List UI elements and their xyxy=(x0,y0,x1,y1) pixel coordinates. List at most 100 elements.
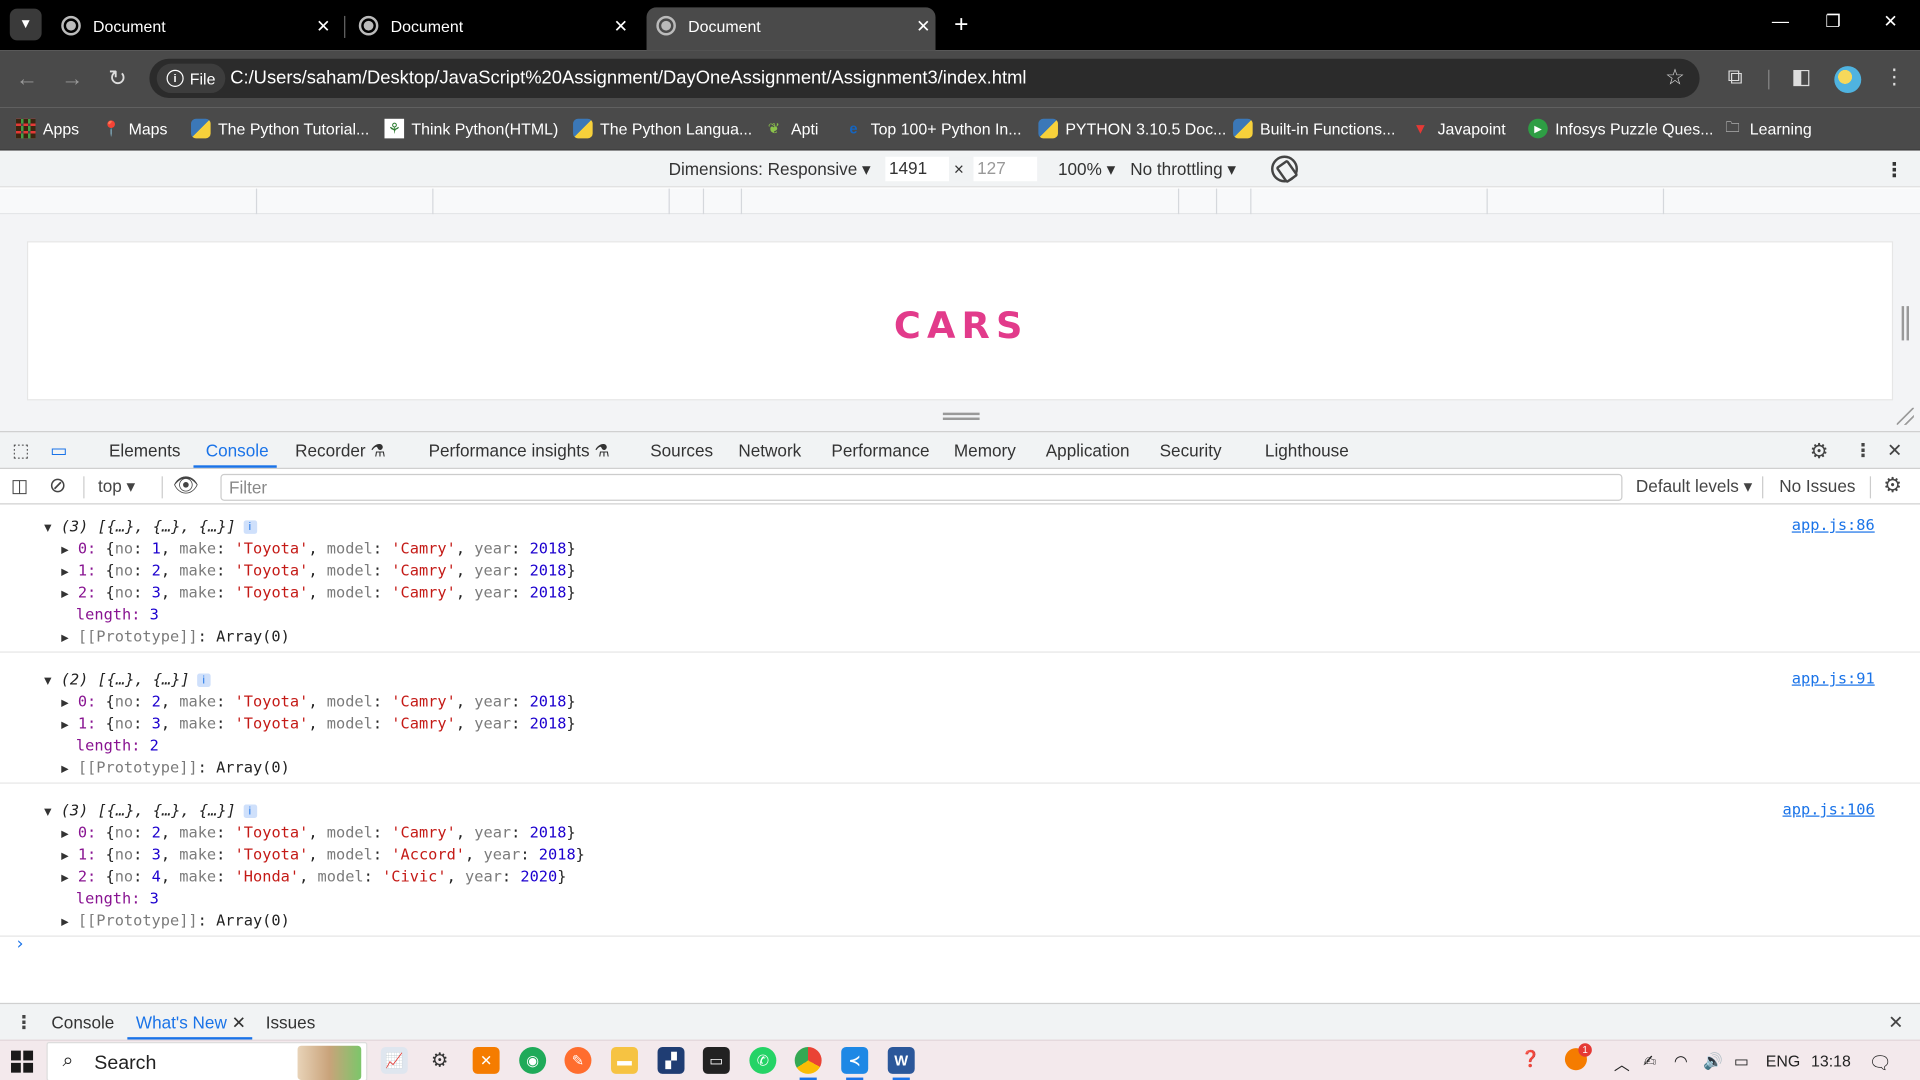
expand-arrow-icon[interactable]: ▶ xyxy=(61,850,68,863)
file-explorer-icon[interactable]: ▬ xyxy=(611,1046,638,1074)
extensions-icon[interactable]: ⧉ xyxy=(1722,65,1749,89)
source-link[interactable]: app.js:86 xyxy=(1792,516,1875,534)
bookmark-think-python[interactable]: ⚘ Think Python(HTML) xyxy=(384,116,558,140)
expand-arrow-icon[interactable]: ▼ xyxy=(44,806,51,819)
console-filter-input[interactable]: Filter xyxy=(220,473,1623,501)
browser-tab-1[interactable]: Document ✕ xyxy=(51,7,335,44)
info-icon[interactable]: i xyxy=(243,804,257,818)
bookmark-python-language[interactable]: The Python Langua... xyxy=(573,116,752,140)
bookmark-infosys-puzzle[interactable]: ▶ Infosys Puzzle Ques... xyxy=(1528,116,1713,140)
close-tab-icon[interactable]: ✕ xyxy=(311,15,335,36)
settings-app-icon[interactable]: ⚙ xyxy=(426,1047,453,1074)
taskbar-search[interactable]: ⌕ Search xyxy=(46,1042,368,1080)
drawer-tab-console[interactable]: Console xyxy=(51,1013,114,1033)
clear-console-icon[interactable]: ⊘ xyxy=(49,474,66,498)
xampp-icon[interactable]: ✕ xyxy=(472,1046,500,1074)
tab-elements[interactable]: Elements xyxy=(109,441,180,461)
url-text[interactable]: C:/Users/saham/Desktop/JavaScript%20Assi… xyxy=(230,67,1026,88)
tab-search-button[interactable]: ▼ xyxy=(9,8,42,41)
close-tab-icon[interactable]: ✕ xyxy=(609,15,633,36)
chrome-icon[interactable] xyxy=(794,1046,822,1080)
tab-memory[interactable]: Memory xyxy=(954,441,1016,461)
language-indicator[interactable]: ENG xyxy=(1766,1052,1800,1070)
console-array-summary[interactable]: ▼ (3) [{…}, {…}, {…}] i xyxy=(44,800,257,824)
expand-arrow-icon[interactable]: ▶ xyxy=(61,763,68,776)
bookmark-python-docs[interactable]: PYTHON 3.10.5 Doc... xyxy=(1038,116,1226,140)
stock-app-icon[interactable]: 📈 xyxy=(380,1046,408,1074)
battery-icon[interactable]: ▭ xyxy=(1734,1052,1749,1072)
viewport-resize-handle-right[interactable] xyxy=(1901,306,1909,341)
tab-performance-insights[interactable]: Performance insights ⚗ xyxy=(429,441,610,462)
console-object-row[interactable]: ▶ 0: {no: 2, make: 'Toyota', model: 'Cam… xyxy=(61,822,575,846)
tab-security[interactable]: Security xyxy=(1160,441,1222,461)
bookmark-apti[interactable]: ❦ Apti xyxy=(764,116,819,140)
rotate-icon[interactable] xyxy=(1271,155,1298,183)
console-object-row[interactable]: ▶ 0: {no: 1, make: 'Toyota', model: 'Cam… xyxy=(61,538,575,562)
pen-icon[interactable]: ✍ xyxy=(1643,1052,1656,1072)
expand-arrow-icon[interactable]: ▶ xyxy=(61,588,68,601)
new-tab-button[interactable]: + xyxy=(949,11,973,38)
browser-menu-icon[interactable]: ⋮ xyxy=(1881,65,1908,89)
close-window-icon[interactable]: ✕ xyxy=(1878,11,1902,32)
source-link[interactable]: app.js:91 xyxy=(1792,669,1875,687)
drawer-tab-whats-new[interactable]: What's New ✕ xyxy=(136,1013,246,1034)
console-settings-gear-icon[interactable]: ⚙ xyxy=(1883,474,1902,498)
wifi-icon[interactable]: ◠ xyxy=(1674,1052,1688,1072)
console-object-row[interactable]: ▶ 0: {no: 2, make: 'Toyota', model: 'Cam… xyxy=(61,691,575,715)
expand-arrow-icon[interactable]: ▼ xyxy=(44,522,51,535)
tab-sources[interactable]: Sources xyxy=(650,441,713,461)
close-tab-icon[interactable]: ✕ xyxy=(232,1013,246,1033)
bookmark-star-icon[interactable]: ☆ xyxy=(1665,65,1685,91)
dimensions-dropdown[interactable]: Dimensions: Responsive ▾ xyxy=(669,159,871,180)
clock[interactable]: 13:18 xyxy=(1811,1052,1851,1070)
console-object-row[interactable]: ▶ 1: {no: 2, make: 'Toyota', model: 'Cam… xyxy=(61,560,575,584)
console-object-row[interactable]: ▶ 1: {no: 3, make: 'Toyota', model: 'Cam… xyxy=(61,713,575,737)
whatsapp-icon[interactable]: ✆ xyxy=(749,1046,777,1074)
expand-arrow-icon[interactable]: ▶ xyxy=(61,916,68,929)
expand-arrow-icon[interactable]: ▶ xyxy=(61,544,68,557)
tab-performance[interactable]: Performance xyxy=(831,441,929,461)
console-object-row[interactable]: ▶ 2: {no: 3, make: 'Toyota', model: 'Cam… xyxy=(61,582,575,606)
notification-app-icon[interactable]: 1 xyxy=(1564,1043,1592,1074)
expand-arrow-icon[interactable]: ▼ xyxy=(44,675,51,688)
info-icon[interactable]: i xyxy=(197,673,211,687)
info-icon[interactable]: i xyxy=(243,520,257,534)
height-input[interactable]: 127 xyxy=(973,156,1038,182)
tab-console[interactable]: Console xyxy=(206,441,269,461)
width-input[interactable]: 1491 xyxy=(885,156,949,182)
notification-center-icon[interactable]: 🗨 xyxy=(1869,1052,1892,1074)
sidebar-toggle-icon[interactable]: ◫ xyxy=(11,475,28,497)
console-array-summary[interactable]: ▼ (2) [{…}, {…}] i xyxy=(44,669,211,693)
back-icon[interactable]: ← xyxy=(13,65,40,92)
console-prompt[interactable]: › xyxy=(15,934,25,954)
bookmark-maps[interactable]: 📍 Maps xyxy=(102,116,167,140)
bookmark-python-tutorial[interactable]: The Python Tutorial... xyxy=(191,116,369,140)
bookmark-apps[interactable]: Apps xyxy=(15,116,79,140)
issues-counter[interactable]: No Issues xyxy=(1779,476,1855,496)
windows-start-icon[interactable] xyxy=(11,1050,34,1073)
prototype-row[interactable]: ▶ [[Prototype]]: Array(0) xyxy=(61,910,290,934)
prototype-row[interactable]: ▶ [[Prototype]]: Array(0) xyxy=(61,626,290,650)
console-array-summary[interactable]: ▼ (3) [{…}, {…}, {…}] i xyxy=(44,516,257,540)
tray-chevron-icon[interactable]: ︿ xyxy=(1614,1052,1630,1075)
forward-icon[interactable]: → xyxy=(59,65,86,92)
drawer-tab-issues[interactable]: Issues xyxy=(266,1013,316,1033)
address-bar[interactable]: i File C:/Users/saham/Desktop/JavaScript… xyxy=(149,58,1700,98)
expand-arrow-icon[interactable]: ▶ xyxy=(61,872,68,885)
viewport-resize-handle-bottom[interactable] xyxy=(942,412,980,421)
close-devtools-icon[interactable]: ✕ xyxy=(1887,440,1902,462)
media-query-ruler[interactable] xyxy=(0,188,1920,215)
profile-avatar[interactable] xyxy=(1834,66,1862,94)
prototype-row[interactable]: ▶ [[Prototype]]: Array(0) xyxy=(61,757,290,781)
expand-arrow-icon[interactable]: ▶ xyxy=(61,719,68,732)
tab-network[interactable]: Network xyxy=(738,441,801,461)
device-toggle-icon[interactable]: ▭ xyxy=(50,440,67,462)
terminal-icon[interactable]: ▭ xyxy=(702,1046,730,1074)
inspect-element-icon[interactable]: ⬚ xyxy=(12,440,29,462)
settings-gear-icon[interactable]: ⚙ xyxy=(1810,440,1829,464)
drawer-menu-icon[interactable]: ⋮ xyxy=(15,1011,33,1034)
browser-tab-2[interactable]: Document ✕ xyxy=(349,7,633,44)
expand-arrow-icon[interactable]: ▶ xyxy=(61,566,68,579)
devtools-menu-icon[interactable]: ⋮ xyxy=(1854,440,1872,462)
help-icon[interactable]: ❓ xyxy=(1521,1049,1541,1069)
